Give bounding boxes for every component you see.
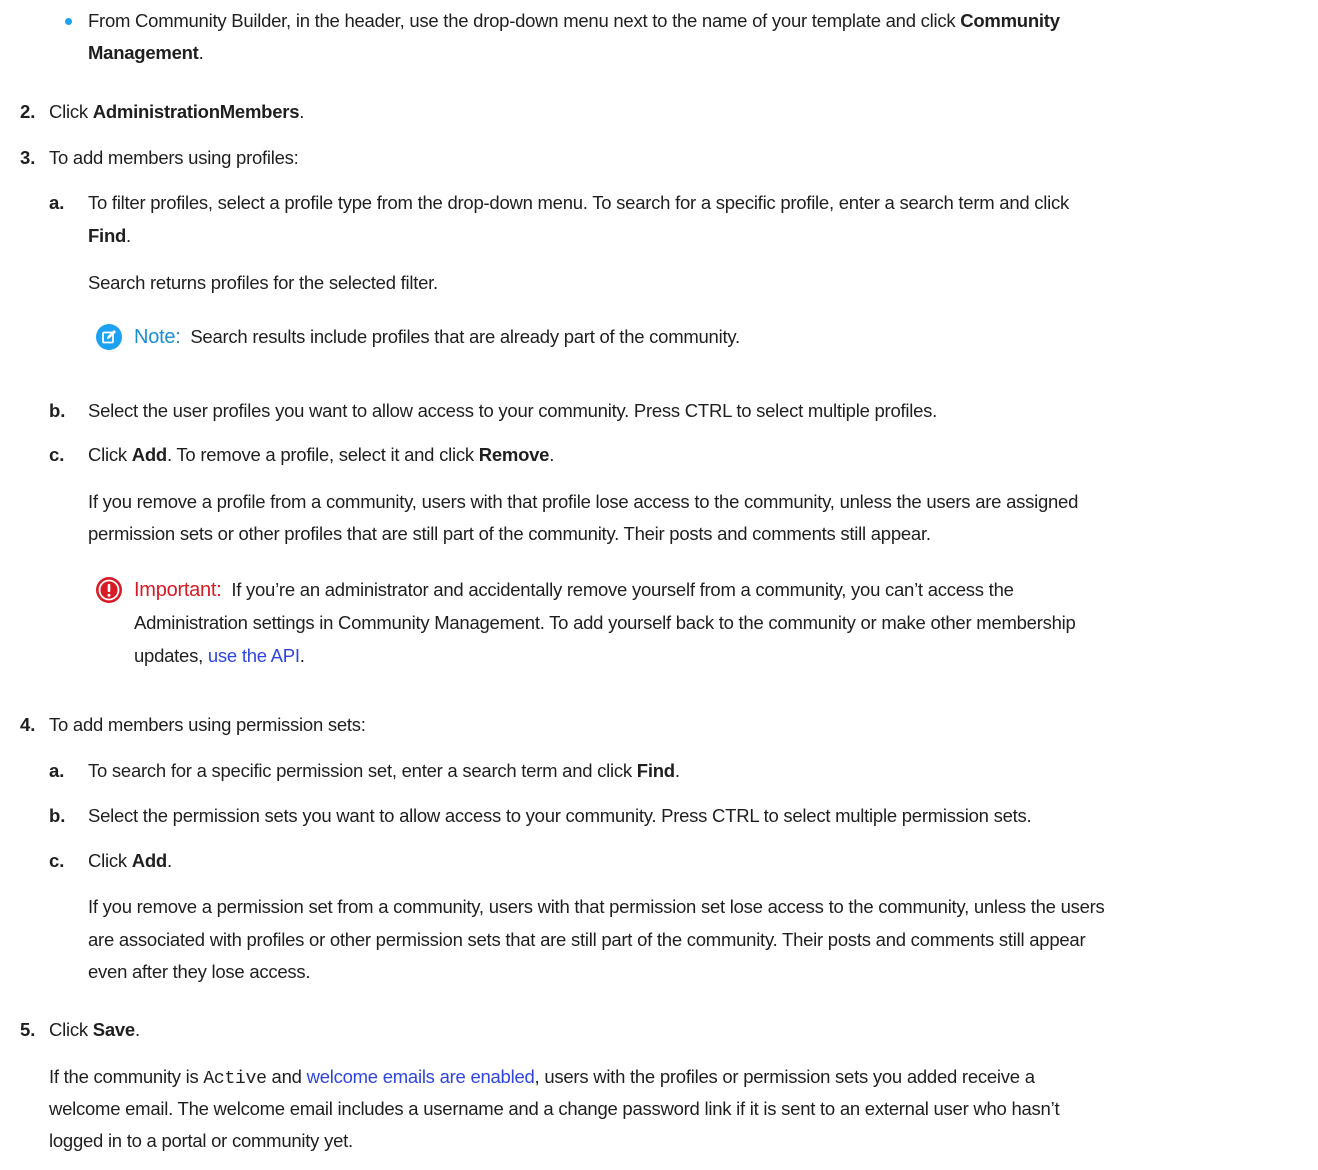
step-3-text: To add members using profiles: (49, 147, 299, 168)
step-3c-letter: c. (49, 444, 65, 465)
step-4b-text: Select the permission sets you want to a… (88, 805, 1032, 826)
use-the-api-link[interactable]: use the API (208, 645, 300, 666)
step-3-number: 3. (20, 147, 36, 168)
step-3b-letter: b. (49, 400, 66, 421)
step-5-text: Click Save. (49, 1019, 140, 1040)
documentation-page: From Community Builder, in the header, u… (0, 0, 1318, 1170)
code-active: Active (203, 1069, 267, 1089)
step-3a-result: Search returns profiles for the selected… (88, 272, 438, 293)
step-3a-line-2: Find. (88, 225, 131, 246)
step-5-number: 5. (20, 1019, 36, 1040)
note-label: Note: (134, 326, 181, 348)
important-line-2: Administration settings in Community Man… (134, 612, 1076, 633)
step-2-number: 2. (20, 101, 36, 122)
step-4a-text: To search for a specific permission set,… (88, 760, 680, 781)
step-4-text: To add members using permission sets: (49, 714, 366, 735)
step-5-para-line-1: If the community is Active and welcome e… (49, 1066, 1035, 1089)
step-4-number: 4. (20, 714, 36, 735)
step-4c-para-line-2: are associated with profiles or other pe… (88, 929, 1086, 950)
step-3c-text: Click Add. To remove a profile, select i… (88, 444, 555, 465)
step-4c-text: Click Add. (88, 850, 172, 871)
step-3c-para-line-2: permission sets or other profiles that a… (88, 523, 931, 544)
step-3c-para-line-1: If you remove a profile from a community… (88, 491, 1079, 512)
bold-community: Community (960, 10, 1060, 31)
step-4a-letter: a. (49, 760, 65, 781)
important-line-1: Important: If you’re an administrator an… (134, 579, 1014, 601)
bullet-line-1: From Community Builder, in the header, u… (88, 10, 1060, 31)
step-5-para-line-3: logged in to a portal or community yet. (49, 1130, 353, 1151)
pencil-edit-icon (96, 324, 122, 350)
step-3b-text: Select the user profiles you want to all… (88, 400, 938, 421)
step-4c-para-line-3: even after they lose access. (88, 961, 311, 982)
welcome-emails-link[interactable]: welcome emails are enabled (307, 1066, 535, 1087)
step-4c-letter: c. (49, 850, 65, 871)
note-text: Note: Search results include profiles th… (134, 326, 740, 348)
bold-management: Management (88, 42, 199, 63)
important-line-3: updates, use the API. (134, 645, 305, 666)
step-4b-letter: b. (49, 805, 66, 826)
step-3a-letter: a. (49, 192, 65, 213)
bullet-dot (65, 18, 72, 25)
step-3a-line-1: To filter profiles, select a profile typ… (88, 192, 1070, 213)
step-2-text: Click AdministrationMembers. (49, 101, 305, 122)
exclamation-icon (96, 577, 122, 603)
step-5-para-line-2: welcome email. The welcome email include… (49, 1098, 1060, 1119)
step-4c-para-line-1: If you remove a permission set from a co… (88, 896, 1105, 917)
important-label: Important: (134, 579, 222, 601)
bullet-line-2: Management. (88, 42, 204, 63)
